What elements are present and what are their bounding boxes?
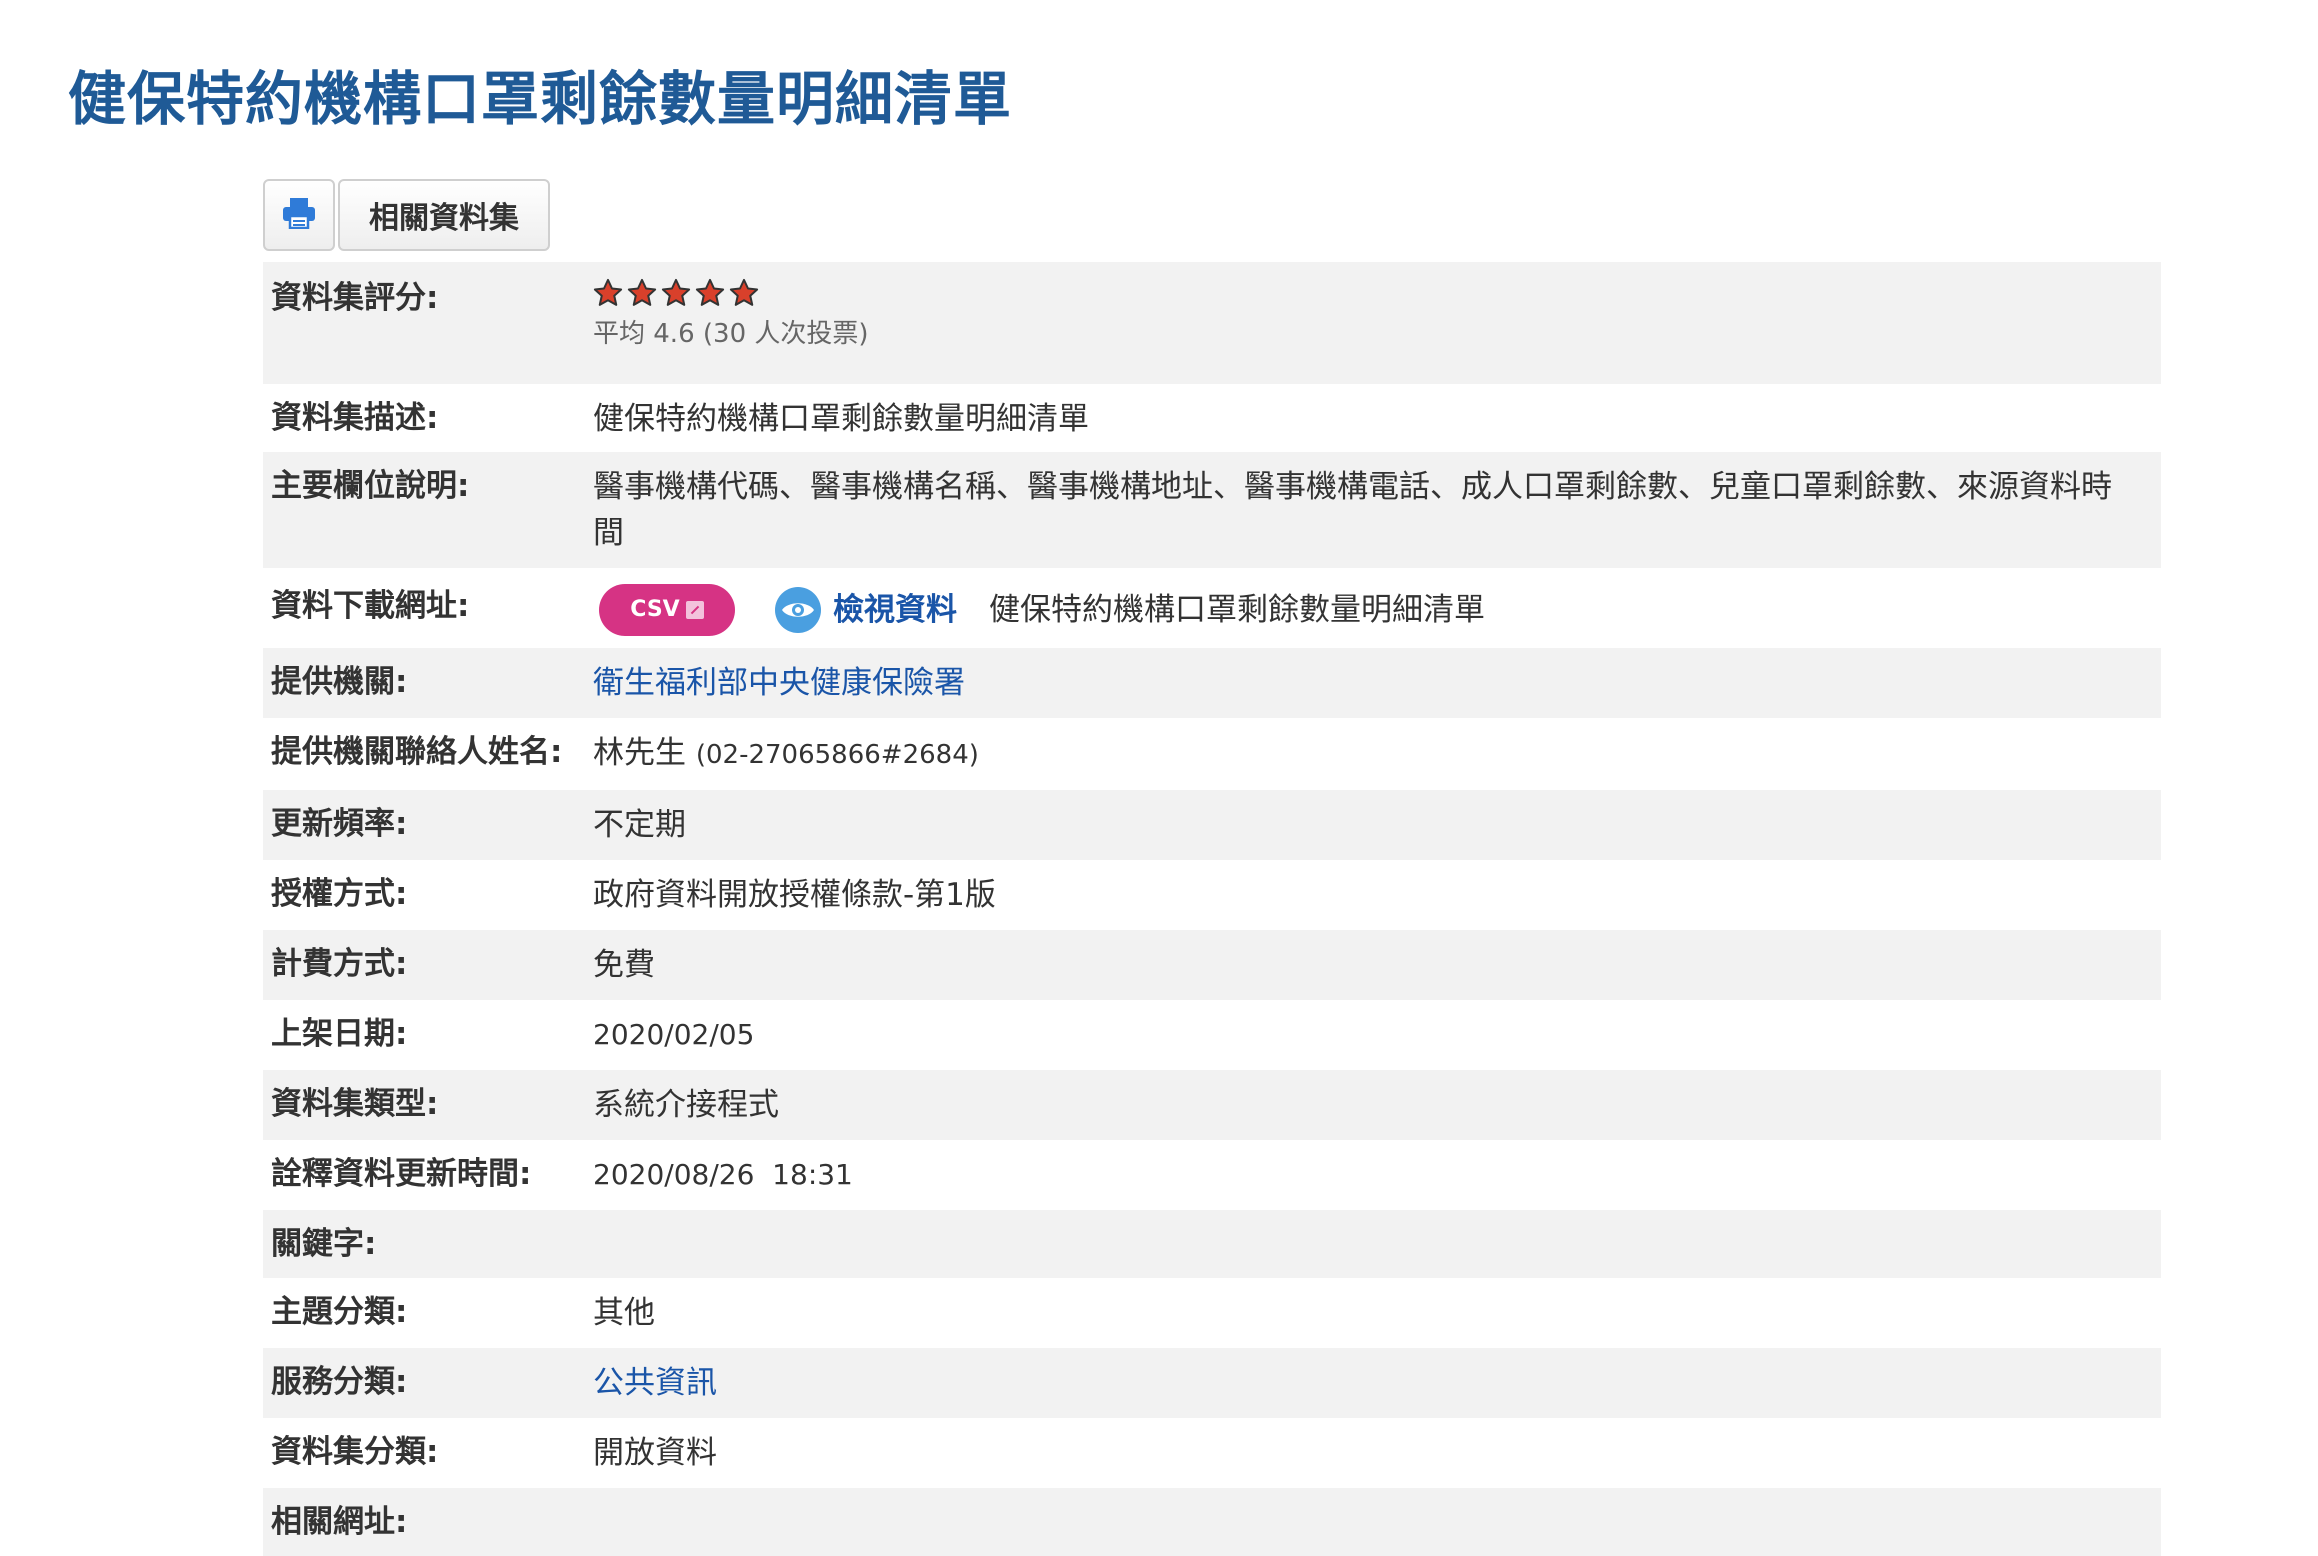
fee-value: 免費 [593,947,655,983]
contact-name: 林先生 [593,735,686,771]
provider-label: 提供機關: [271,664,408,700]
view-data-link[interactable]: 檢視資料 [775,587,957,633]
external-link-icon [685,601,704,619]
row-frequency: 更新頻率: 不定期 [263,790,2161,860]
view-data-label: 檢視資料 [833,592,957,628]
description-label: 資料集描述: [271,400,439,436]
rating-value: 平均 4.6 (30 人次投票) [593,276,2161,354]
description-value: 健保特約機構口罩剩餘數量明細清單 [593,401,1089,437]
topic-value: 其他 [593,1295,655,1331]
rating-average: 平均 4.6 (30 人次投票) [593,319,869,349]
row-topic: 主題分類: 其他 [263,1278,2161,1348]
metadata-updated-label: 詮釋資料更新時間: [271,1156,532,1192]
category-label: 資料集分類: [271,1434,439,1470]
service-label: 服務分類: [271,1364,408,1400]
print-button[interactable] [263,179,335,251]
download-resource-name: 健保特約機構口罩剩餘數量明細清單 [989,592,1485,628]
row-license: 授權方式: 政府資料開放授權條款-第1版 [263,860,2161,930]
frequency-value: 不定期 [593,807,686,843]
related-url-label: 相關網址: [271,1504,408,1540]
download-label: 資料下載網址: [271,588,470,624]
csv-label: CSV [630,597,680,622]
license-value: 政府資料開放授權條款-第1版 [593,877,996,913]
fields-label: 主要欄位說明: [271,468,470,504]
toolbar: 相關資料集 [263,179,550,251]
row-published: 上架日期: 2020/02/05 [263,1000,2161,1070]
row-fee: 計費方式: 免費 [263,930,2161,1000]
keywords-label: 關鍵字: [271,1226,377,1262]
download-value: CSV 檢視資料 健保特約機構口罩剩餘數量明細清單 [593,584,2161,636]
row-provider: 提供機關: 衛生福利部中央健康保險署 [263,648,2161,718]
related-datasets-button[interactable]: 相關資料集 [338,179,550,251]
row-rating: 資料集評分: 平均 4.6 (30 人次投票) [263,262,2161,384]
license-label: 授權方式: [271,876,408,912]
frequency-label: 更新頻率: [271,806,408,842]
star-icon[interactable] [695,278,725,308]
row-fields: 主要欄位說明: 醫事機構代碼、醫事機構名稱、醫事機構地址、醫事機構電話、成人口罩… [263,452,2161,568]
printer-icon [282,197,316,233]
published-value: 2020/02/05 [593,1018,755,1051]
row-description: 資料集描述: 健保特約機構口罩剩餘數量明細清單 [263,384,2161,452]
provider-link[interactable]: 衛生福利部中央健康保險署 [593,660,2161,706]
dataset-type-label: 資料集類型: [271,1086,439,1122]
topic-label: 主題分類: [271,1294,408,1330]
rating-label: 資料集評分: [271,280,439,316]
star-icon[interactable] [661,278,691,308]
service-link[interactable]: 公共資訊 [593,1360,2161,1406]
metadata-updated-value: 2020/08/26 18:31 [593,1158,853,1191]
row-metadata-updated: 詮釋資料更新時間: 2020/08/26 18:31 [263,1140,2161,1210]
published-label: 上架日期: [271,1016,408,1052]
row-dataset-type: 資料集類型: 系統介接程式 [263,1070,2161,1140]
contact-label: 提供機關聯絡人姓名: [271,734,563,770]
rating-stars[interactable] [593,276,2141,310]
csv-download-button[interactable]: CSV [599,584,735,636]
dataset-type-value: 系統介接程式 [593,1087,779,1123]
row-download: 資料下載網址: CSV 檢視資料 健保特約機構口罩剩餘數量明細清單 [263,568,2161,648]
contact-phone: (02-27065866#2684) [695,740,979,770]
category-value: 開放資料 [593,1435,717,1471]
fields-value: 醫事機構代碼、醫事機構名稱、醫事機構地址、醫事機構電話、成人口罩剩餘數、兒童口罩… [593,469,2112,551]
row-keywords: 關鍵字: [263,1210,2161,1278]
row-category: 資料集分類: 開放資料 [263,1418,2161,1488]
star-icon[interactable] [729,278,759,308]
star-icon[interactable] [627,278,657,308]
row-contact: 提供機關聯絡人姓名: 林先生 (02-27065866#2684) [263,718,2161,790]
page-title: 健保特約機構口罩剩餘數量明細清單 [68,65,1013,133]
eye-icon [775,587,821,633]
fee-label: 計費方式: [271,946,408,982]
star-icon[interactable] [593,278,623,308]
row-service: 服務分類: 公共資訊 [263,1348,2161,1418]
row-related-url: 相關網址: [263,1488,2161,1556]
dataset-details-table: 資料集評分: 平均 4.6 (30 人次投票) 資料集描述: 健保特約機構口罩剩… [263,262,2161,1556]
contact-value: 林先生 (02-27065866#2684) [593,730,2161,778]
